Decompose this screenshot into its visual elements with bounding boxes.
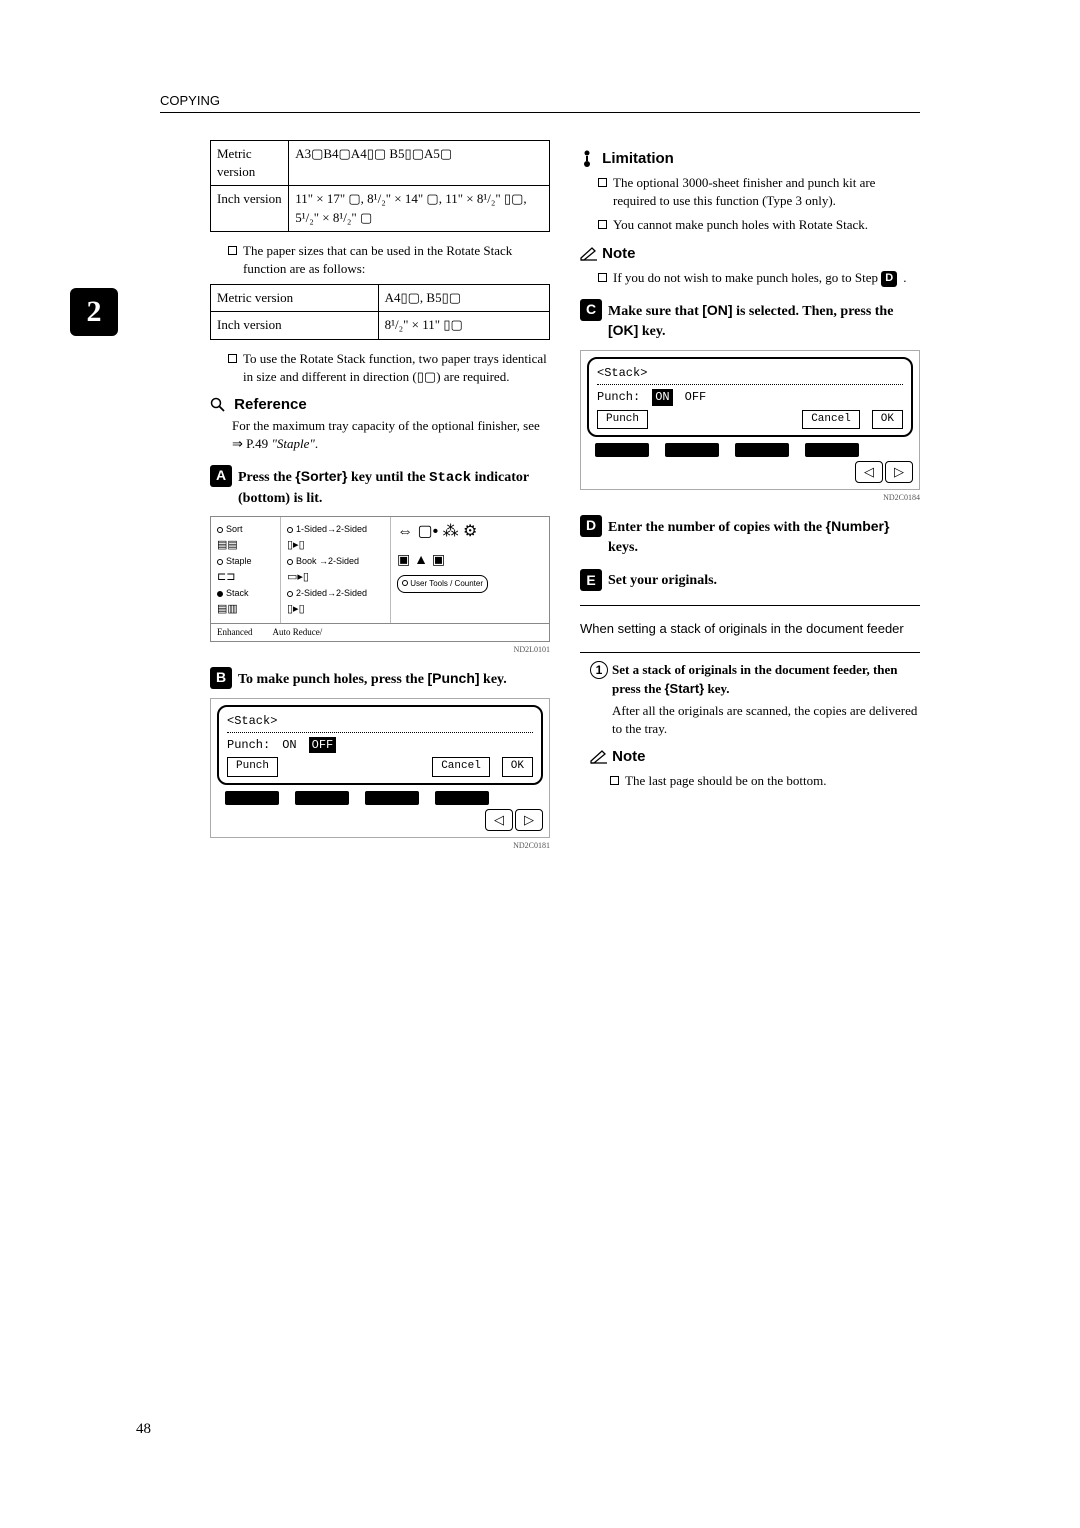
step-2: B To make punch holes, press the [Punch]… (210, 667, 550, 690)
bullet-item: The paper sizes that can be used in the … (228, 242, 550, 278)
bullet-icon (228, 246, 237, 255)
ok-button[interactable]: OK (872, 410, 903, 429)
arrow-left-button[interactable]: ◁ (485, 809, 513, 831)
softkey[interactable] (225, 791, 279, 805)
bullet-item: The last page should be on the bottom. (610, 772, 920, 790)
note-heading: Note (580, 243, 920, 264)
step-text: Press the {Sorter} key until the Stack i… (238, 465, 550, 508)
lcd-panel-1: <Stack> Punch: ON OFF Punch Cancel OK (210, 698, 550, 838)
reference-label: Reference (234, 396, 307, 413)
arrow-left-button[interactable]: ◁ (855, 461, 883, 483)
bullet-icon (598, 178, 607, 187)
softkey[interactable] (665, 443, 719, 457)
bullet-icon (610, 776, 619, 785)
cancel-button[interactable]: Cancel (432, 757, 490, 776)
reference-heading: Reference (210, 394, 550, 415)
reference-icon (210, 397, 226, 413)
note-icon (590, 750, 608, 764)
paper-size-table-2: Metric version A4▯▢, B5▯▢ Inch version 8… (210, 284, 550, 339)
bullet-icon (598, 220, 607, 229)
softkey[interactable] (295, 791, 349, 805)
bullet-icon (598, 273, 607, 282)
note-label: Note (612, 748, 645, 765)
divider (580, 652, 920, 653)
softkey[interactable] (805, 443, 859, 457)
bullet-item: If you do not wish to make punch holes, … (598, 269, 920, 287)
softkey[interactable] (595, 443, 649, 457)
sub-step-1: 1 Set a stack of originals in the docume… (590, 661, 920, 697)
sub-heading: When setting a stack of originals in the… (580, 620, 920, 638)
softkey[interactable] (735, 443, 789, 457)
note-icon (580, 247, 598, 261)
bullet-icon (228, 354, 237, 363)
figure-caption: ND2L0101 (210, 644, 550, 655)
divider (580, 605, 920, 606)
panel-footer: EnhancedAuto Reduce/ (210, 624, 550, 642)
bullet-text: The paper sizes that can be used in the … (243, 242, 550, 278)
sub-step-number-icon: 1 (590, 661, 608, 679)
note-heading: Note (590, 746, 920, 767)
reference-body: For the maximum tray capacity of the opt… (232, 417, 550, 453)
limitation-heading: Limitation (580, 148, 920, 169)
bullet-item: To use the Rotate Stack function, two pa… (228, 350, 550, 386)
figure-caption: ND2C0181 (210, 840, 550, 851)
lcd-panel-2: <Stack> Punch: ON OFF Punch Cancel OK (580, 350, 920, 490)
step-text: To make punch holes, press the [Punch] k… (238, 667, 550, 690)
step-1: A Press the {Sorter} key until the Stack… (210, 465, 550, 508)
arrow-right-button[interactable]: ▷ (885, 461, 913, 483)
step-number-icon: B (210, 667, 232, 689)
figure-caption: ND2C0184 (580, 492, 920, 503)
step-4: D Enter the number of copies with the {N… (580, 515, 920, 557)
paper-size-table-1: Metric version A3▢B4▢A4▯▢ B5▯▢A5▢ Inch v… (210, 140, 550, 232)
bullet-item: You cannot make punch holes with Rotate … (598, 216, 920, 234)
page-header: COPYING (160, 92, 220, 110)
cell: 11" × 17" ▢, 8¹/₂" × 14" ▢, 11" × 8¹/₂" … (289, 186, 550, 231)
cell: 8¹/₂" × 11" ▯▢ (378, 312, 549, 339)
step-text: Set your originals. (608, 569, 920, 591)
cell: Metric version (211, 285, 379, 312)
punch-button[interactable]: Punch (597, 410, 648, 429)
step-number-icon: C (580, 299, 602, 321)
limitation-icon (580, 150, 594, 168)
header-rule (160, 112, 920, 113)
step-5: E Set your originals. (580, 569, 920, 591)
step-3: C Make sure that [ON] is selected. Then,… (580, 299, 920, 342)
step-text: Make sure that [ON] is selected. Then, p… (608, 299, 920, 342)
sorter-panel-illustration: Sort ▤▤ Staple ⊏⊐ Stack ▤▥ 1-Sided→2-Sid… (210, 516, 550, 624)
page-number: 48 (136, 1419, 151, 1440)
note-label: Note (602, 245, 635, 262)
bullet-item: The optional 3000-sheet finisher and pun… (598, 174, 920, 210)
step-text: Enter the number of copies with the {Num… (608, 515, 920, 557)
softkey[interactable] (365, 791, 419, 805)
arrow-right-button[interactable]: ▷ (515, 809, 543, 831)
cell: Inch version (211, 312, 379, 339)
cell: Metric version (211, 141, 289, 186)
ok-button[interactable]: OK (502, 757, 533, 776)
cell: A4▯▢, B5▯▢ (378, 285, 549, 312)
limitation-label: Limitation (602, 150, 674, 167)
softkey[interactable] (435, 791, 489, 805)
cell: Inch version (211, 186, 289, 231)
step-number-icon: A (210, 465, 232, 487)
chapter-tab: 2 (70, 288, 118, 336)
bullet-text: To use the Rotate Stack function, two pa… (243, 350, 550, 386)
step-number-icon: D (580, 515, 602, 537)
sub-step-body: After all the originals are scanned, the… (612, 702, 920, 738)
cell: A3▢B4▢A4▯▢ B5▯▢A5▢ (289, 141, 550, 186)
step-number-icon: E (580, 569, 602, 591)
cancel-button[interactable]: Cancel (802, 410, 860, 429)
punch-button[interactable]: Punch (227, 757, 278, 776)
